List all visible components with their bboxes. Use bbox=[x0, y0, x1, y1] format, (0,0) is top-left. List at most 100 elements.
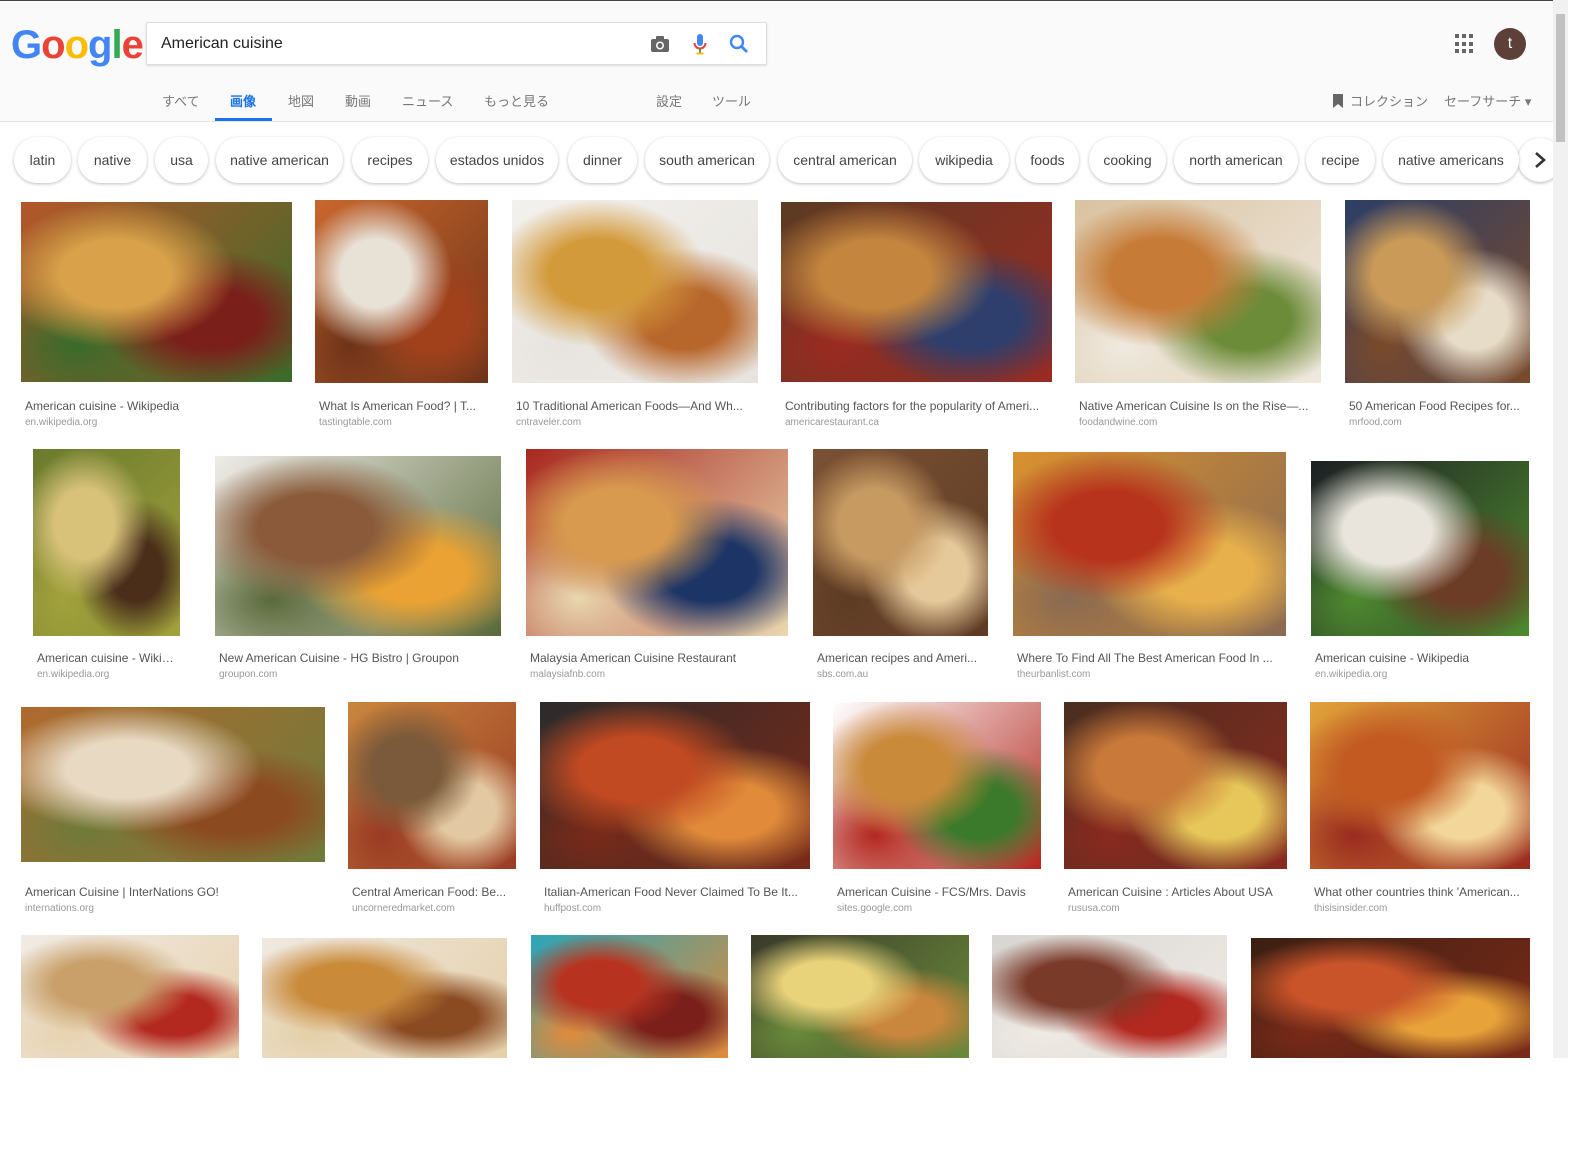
result-title[interactable]: Where To Find All The Best American Food… bbox=[1017, 651, 1284, 665]
avatar[interactable]: t bbox=[1494, 28, 1526, 60]
scrollbar-thumb[interactable] bbox=[1556, 14, 1565, 142]
related-chip[interactable]: south american bbox=[645, 137, 769, 183]
result-thumbnail[interactable] bbox=[348, 702, 516, 869]
related-chip[interactable]: recipe bbox=[1306, 137, 1375, 183]
image-result[interactable]: What Is American Food? | T... tastingtabl… bbox=[315, 200, 488, 428]
image-result[interactable]: 50 American Food Recipes for... mrfood.co… bbox=[1345, 200, 1530, 428]
related-chip[interactable]: north american bbox=[1174, 137, 1298, 183]
result-thumbnail[interactable] bbox=[21, 935, 239, 1058]
related-chip[interactable]: recipes bbox=[352, 137, 428, 183]
result-thumbnail[interactable] bbox=[512, 200, 758, 383]
result-thumbnail[interactable] bbox=[781, 202, 1052, 382]
search-box[interactable] bbox=[146, 22, 767, 65]
result-thumbnail[interactable] bbox=[992, 935, 1227, 1058]
image-result[interactable]: Malaysia American Cuisine Restaurant mala… bbox=[526, 449, 788, 680]
related-chip[interactable]: cooking bbox=[1089, 137, 1166, 183]
image-result[interactable]: 10 Traditional American Foods—And Wh... c… bbox=[512, 200, 758, 428]
result-thumbnail[interactable] bbox=[1075, 200, 1321, 383]
image-result[interactable]: Contributing factors for the popularity … bbox=[781, 202, 1052, 428]
result-title[interactable]: 10 Traditional American Foods—And Wh... bbox=[516, 399, 756, 413]
result-thumbnail[interactable] bbox=[21, 202, 292, 382]
result-thumbnail[interactable] bbox=[21, 707, 325, 862]
result-title[interactable]: 50 American Food Recipes for... bbox=[1349, 399, 1528, 413]
image-result[interactable]: Where To Find All The Best American Food… bbox=[1013, 452, 1286, 680]
image-result[interactable] bbox=[262, 938, 507, 1158]
result-title[interactable]: American cuisine - Wikipedia bbox=[37, 651, 178, 665]
tab-more[interactable]: もっと見る bbox=[484, 91, 549, 110]
related-chip[interactable]: estados unidos bbox=[436, 137, 558, 183]
result-title[interactable]: American Cuisine | InterNations GO! bbox=[25, 885, 323, 899]
result-thumbnail[interactable] bbox=[315, 200, 488, 383]
tab-news[interactable]: ニュース bbox=[402, 91, 453, 110]
image-result[interactable]: American cuisine - Wikipedia en.wikipedia… bbox=[33, 449, 180, 680]
result-thumbnail[interactable] bbox=[1311, 461, 1529, 636]
related-chip[interactable]: latin bbox=[14, 137, 71, 183]
result-thumbnail[interactable] bbox=[1251, 938, 1530, 1058]
related-chip[interactable]: central american bbox=[778, 137, 912, 183]
image-result[interactable]: Central American Food: Be... uncorneredma… bbox=[348, 702, 516, 922]
result-thumbnail[interactable] bbox=[262, 938, 507, 1058]
result-title[interactable]: American Cuisine : Articles About USA bbox=[1068, 885, 1285, 899]
result-title[interactable]: American cuisine - Wikipedia bbox=[1315, 651, 1527, 665]
image-result[interactable]: American cuisine - Wikipedia en.wikipedia… bbox=[21, 202, 292, 428]
image-result[interactable]: American Cuisine : Articles About USA rus… bbox=[1064, 702, 1287, 922]
image-result[interactable]: New American Cuisine - HG Bistro | Group… bbox=[215, 456, 501, 680]
related-chip[interactable]: foods bbox=[1016, 137, 1079, 183]
image-result[interactable]: Native American Cuisine Is on the Rise—.… bbox=[1075, 200, 1321, 428]
result-thumbnail[interactable] bbox=[813, 449, 988, 636]
tab-tools[interactable]: ツール bbox=[712, 91, 751, 110]
image-result[interactable] bbox=[992, 935, 1227, 1155]
result-title[interactable]: New American Cuisine - HG Bistro | Group… bbox=[219, 651, 499, 665]
result-title[interactable]: Central American Food: Be... bbox=[352, 885, 514, 899]
result-title[interactable]: American Cuisine - FCS/Mrs. Davis bbox=[837, 885, 1039, 899]
apps-grid-icon[interactable] bbox=[1455, 34, 1475, 54]
result-thumbnail[interactable] bbox=[33, 449, 180, 636]
tab-maps[interactable]: 地図 bbox=[288, 91, 314, 110]
result-thumbnail[interactable] bbox=[215, 456, 501, 636]
result-thumbnail[interactable] bbox=[526, 449, 788, 636]
image-result[interactable] bbox=[751, 935, 969, 1155]
image-result[interactable]: American cuisine - Wikipedia en.wikipedia… bbox=[1311, 461, 1529, 681]
image-result[interactable] bbox=[531, 935, 728, 1155]
image-result[interactable]: American Cuisine - FCS/Mrs. Davis sites.g… bbox=[833, 702, 1041, 922]
result-title[interactable]: Italian-American Food Never Claimed To B… bbox=[544, 885, 808, 899]
image-result[interactable]: What other countries think 'American... t… bbox=[1310, 702, 1530, 922]
search-input[interactable] bbox=[161, 32, 631, 56]
result-thumbnail[interactable] bbox=[833, 702, 1041, 869]
result-title[interactable]: Native American Cuisine Is on the Rise—.… bbox=[1079, 399, 1319, 413]
image-result[interactable] bbox=[21, 935, 239, 1155]
result-title[interactable]: Malaysia American Cuisine Restaurant bbox=[530, 651, 786, 665]
google-logo[interactable]: Google bbox=[11, 23, 144, 68]
tab-images[interactable]: 画像 bbox=[230, 91, 256, 110]
result-thumbnail[interactable] bbox=[1013, 452, 1286, 636]
image-result[interactable] bbox=[1251, 938, 1530, 1158]
image-result[interactable]: American recipes and Ameri... sbs.com.au bbox=[813, 449, 988, 680]
tab-all[interactable]: すべて bbox=[162, 91, 200, 110]
related-chip[interactable]: usa bbox=[155, 137, 208, 183]
search-icon[interactable] bbox=[727, 32, 751, 56]
camera-icon[interactable] bbox=[648, 32, 672, 56]
result-title[interactable]: American cuisine - Wikipedia bbox=[25, 399, 290, 413]
related-chip[interactable]: dinner bbox=[568, 137, 637, 183]
result-thumbnail[interactable] bbox=[1310, 702, 1530, 869]
result-thumbnail[interactable] bbox=[751, 935, 969, 1058]
related-chip[interactable]: native bbox=[78, 137, 147, 183]
image-result[interactable]: Italian-American Food Never Claimed To B… bbox=[540, 702, 810, 922]
result-title[interactable]: What Is American Food? | T... bbox=[319, 399, 486, 413]
result-thumbnail[interactable] bbox=[1064, 702, 1287, 869]
microphone-icon[interactable] bbox=[688, 32, 712, 56]
safesearch-dropdown[interactable]: セーフサーチ ▾ bbox=[1444, 91, 1531, 110]
result-title[interactable]: American recipes and Ameri... bbox=[817, 651, 986, 665]
scrollbar[interactable] bbox=[1553, 0, 1568, 1058]
related-chip[interactable]: native americans bbox=[1383, 137, 1519, 183]
result-thumbnail[interactable] bbox=[1345, 200, 1530, 383]
related-chip[interactable]: native american bbox=[216, 137, 343, 183]
result-title[interactable]: What other countries think 'American... bbox=[1314, 885, 1528, 899]
result-thumbnail[interactable] bbox=[531, 935, 728, 1058]
image-result[interactable]: American Cuisine | InterNations GO! inter… bbox=[21, 707, 325, 927]
tab-videos[interactable]: 動画 bbox=[345, 91, 371, 110]
related-chip[interactable]: wikipedia bbox=[919, 137, 1009, 183]
tab-settings[interactable]: 設定 bbox=[656, 91, 682, 110]
result-title[interactable]: Contributing factors for the popularity … bbox=[785, 399, 1050, 413]
collections-link[interactable]: コレクション bbox=[1332, 91, 1428, 110]
